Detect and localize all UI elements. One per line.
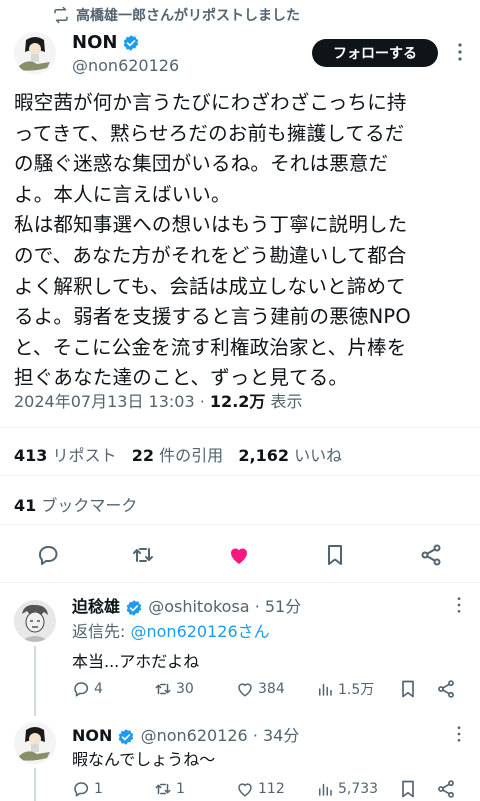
share-icon[interactable] bbox=[436, 679, 456, 699]
replying-to-link[interactable]: @non620126さん bbox=[131, 622, 270, 641]
meta-separator: · bbox=[199, 392, 205, 411]
reply-views-stat[interactable]: 1.5万 bbox=[316, 679, 374, 699]
reply-text: 本当...アホだよね bbox=[72, 652, 200, 671]
author-name[interactable]: NON bbox=[72, 32, 117, 53]
more-options-icon[interactable] bbox=[450, 725, 468, 743]
divider bbox=[0, 582, 480, 583]
like-icon[interactable] bbox=[227, 543, 251, 567]
divider bbox=[0, 524, 480, 525]
share-icon[interactable] bbox=[436, 779, 456, 799]
reply-time[interactable]: · 51分 bbox=[255, 597, 302, 616]
bookmarks-stat[interactable]: 41 ブックマーク bbox=[14, 492, 137, 516]
divider bbox=[0, 427, 480, 428]
reply-avatar[interactable] bbox=[14, 722, 56, 764]
repost-icon[interactable] bbox=[131, 543, 155, 567]
reply-reply-stat[interactable]: 4 bbox=[72, 679, 103, 699]
likes-stat[interactable]: 2,162 いいね bbox=[238, 446, 342, 465]
reposts-stat[interactable]: 413 リポスト bbox=[14, 446, 117, 465]
reply-author-handle[interactable]: @oshitokosa bbox=[148, 597, 249, 616]
reply-reply-stat[interactable]: 1 bbox=[72, 779, 103, 799]
reply-author-name[interactable]: 迫稔雄 bbox=[72, 597, 120, 616]
tweet-timestamp[interactable]: 2024年07月13日 13:03 bbox=[14, 392, 195, 411]
reply-like-stat[interactable]: 384 bbox=[236, 679, 285, 699]
reply-icon[interactable] bbox=[36, 543, 60, 567]
tweet-text: 暇空茜が何か言うたびにわざわざこっちに持 ってきて、黙らせろだのお前も擁護してる… bbox=[14, 91, 411, 390]
more-options-icon[interactable] bbox=[450, 42, 470, 62]
tweet-meta: 2024年07月13日 13:03 · 12.2万 表示 bbox=[14, 388, 303, 412]
reply-repost-stat[interactable]: 30 bbox=[154, 679, 194, 699]
verified-badge-icon bbox=[123, 35, 139, 51]
reply-avatar[interactable] bbox=[14, 600, 56, 642]
follow-button[interactable]: フォローする bbox=[312, 39, 438, 67]
bookmark-icon[interactable] bbox=[323, 543, 347, 567]
view-label: 表示 bbox=[270, 392, 303, 411]
share-icon[interactable] bbox=[419, 543, 443, 567]
thread-line bbox=[34, 768, 36, 801]
avatar[interactable] bbox=[14, 32, 56, 74]
reply-author-name[interactable]: NON bbox=[72, 726, 112, 745]
reply-header: 迫稔雄 @oshitokosa · 51分 bbox=[72, 593, 301, 617]
divider bbox=[0, 475, 480, 476]
reply-author-handle[interactable]: @non620126 bbox=[141, 726, 248, 745]
reply-views-stat[interactable]: 5,733 bbox=[316, 779, 378, 799]
engagement-stats: 413 リポスト 22 件の引用 2,162 いいね bbox=[14, 442, 342, 466]
thread-line bbox=[34, 646, 36, 716]
author-handle[interactable]: @non620126 bbox=[72, 56, 179, 75]
bookmark-icon[interactable] bbox=[398, 779, 418, 799]
verified-badge-icon bbox=[126, 599, 142, 616]
view-count: 12.2万 bbox=[209, 392, 266, 411]
more-options-icon[interactable] bbox=[450, 596, 468, 614]
reply-like-stat[interactable]: 112 bbox=[236, 779, 285, 799]
reply-repost-stat[interactable]: 1 bbox=[154, 779, 185, 799]
reply-time[interactable]: · 34分 bbox=[253, 726, 300, 745]
bookmark-icon[interactable] bbox=[398, 679, 418, 699]
verified-badge-icon bbox=[119, 728, 134, 745]
repost-header-text: 高橋雄一郎さんがリポストしました bbox=[76, 8, 300, 24]
replying-to: 返信先: @non620126さん bbox=[72, 622, 270, 641]
quotes-stat[interactable]: 22 件の引用 bbox=[132, 446, 223, 465]
reply-text: 暇なんでしょうね〜 bbox=[72, 750, 216, 769]
repost-icon bbox=[54, 6, 68, 24]
repost-header[interactable]: 高橋雄一郎さんがリポストしました bbox=[52, 4, 300, 26]
reply-header: NON @non620126 · 34分 bbox=[72, 722, 299, 746]
